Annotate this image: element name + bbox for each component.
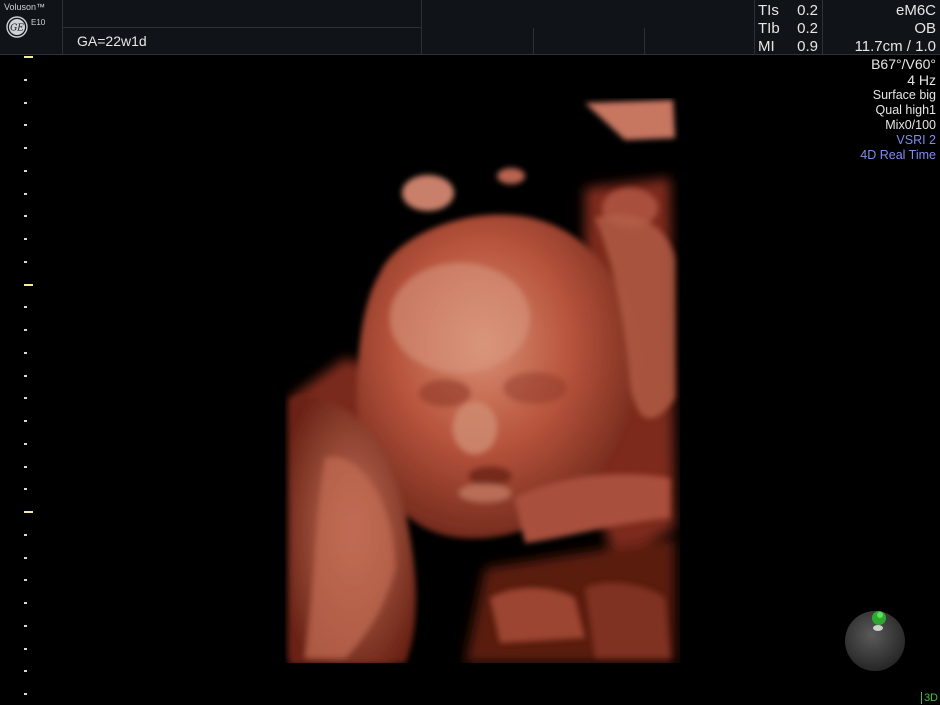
safety-value: 0.2	[797, 2, 818, 19]
header-divider	[533, 28, 534, 54]
safety-indices: TIs 0.2 TIb 0.2 MI 0.9	[758, 2, 818, 56]
header-divider	[822, 0, 823, 54]
render-mode: Surface big	[872, 88, 936, 102]
orientation-ball-icon[interactable]	[842, 606, 908, 672]
depth-tick	[24, 306, 27, 309]
angle-readout: B67°/V60°	[871, 56, 936, 72]
depth-tick	[24, 124, 27, 127]
depth-tick	[24, 260, 27, 263]
depth-scale	[22, 56, 34, 701]
safety-row-tis: TIs 0.2	[758, 2, 818, 20]
brand-block: Voluson™ GE E10	[0, 0, 63, 54]
brand-name: Voluson™	[4, 2, 46, 12]
header-divider	[62, 27, 422, 28]
quality-setting: Qual high1	[875, 103, 936, 117]
depth-tick	[24, 693, 27, 695]
mode-3d-indicator: 3D	[920, 692, 938, 704]
depth-tick	[24, 351, 27, 354]
depth-tick	[24, 624, 27, 627]
safety-row-tib: TIb 0.2	[758, 20, 818, 38]
safety-value: 0.2	[797, 20, 818, 37]
depth-tick	[24, 329, 27, 331]
preset-name: OB	[914, 20, 936, 37]
depth-tick	[24, 238, 27, 240]
depth-tick	[24, 602, 27, 604]
frame-rate: 4 Hz	[907, 72, 936, 88]
header-bar: Voluson™ GE E10 GA=22w1d TIs 0.2 TIb 0.2…	[0, 0, 940, 55]
depth-tick	[24, 374, 27, 377]
depth-zoom: 11.7cm / 1.0	[854, 38, 936, 55]
ge-logo-icon: GE	[6, 16, 28, 38]
depth-tick	[24, 442, 27, 445]
rendered-volume-image	[290, 100, 675, 663]
probe-info: eM6C OB 11.7cm / 1.0	[855, 2, 936, 56]
depth-tick	[24, 192, 27, 195]
vsri-setting: VSRI 2	[896, 133, 936, 147]
svg-text:GE: GE	[10, 24, 24, 34]
depth-tick	[24, 579, 27, 582]
header-divider	[421, 0, 422, 54]
depth-tick	[24, 488, 27, 491]
gestational-age: GA=22w1d	[77, 33, 147, 49]
depth-tick-major	[24, 283, 33, 286]
safety-label: TIs	[758, 2, 779, 19]
safety-value: 0.9	[797, 38, 818, 55]
depth-tick	[24, 169, 27, 172]
depth-tick	[24, 670, 27, 673]
model-name: E10	[31, 18, 46, 27]
depth-tick	[24, 397, 27, 400]
depth-tick	[24, 101, 27, 104]
depth-tick	[24, 533, 27, 536]
safety-row-mi: MI 0.9	[758, 38, 818, 56]
depth-tick-major	[24, 511, 33, 513]
depth-tick	[24, 215, 27, 218]
header-divider	[754, 0, 755, 54]
depth-tick	[24, 647, 27, 650]
depth-tick	[24, 420, 27, 422]
depth-tick	[24, 78, 27, 81]
header-divider	[644, 28, 645, 54]
safety-label: TIb	[758, 20, 780, 37]
imaging-parameters: B67°/V60° 4 Hz Surface big Qual high1 Mi…	[860, 56, 936, 163]
realtime-mode: 4D Real Time	[860, 148, 936, 162]
safety-label: MI	[758, 38, 775, 55]
probe-name: eM6C	[895, 2, 936, 19]
mix-setting: Mix0/100	[885, 118, 936, 132]
depth-tick	[24, 465, 27, 468]
depth-tick-major	[24, 56, 33, 58]
depth-tick	[24, 147, 27, 149]
depth-tick	[24, 556, 27, 559]
